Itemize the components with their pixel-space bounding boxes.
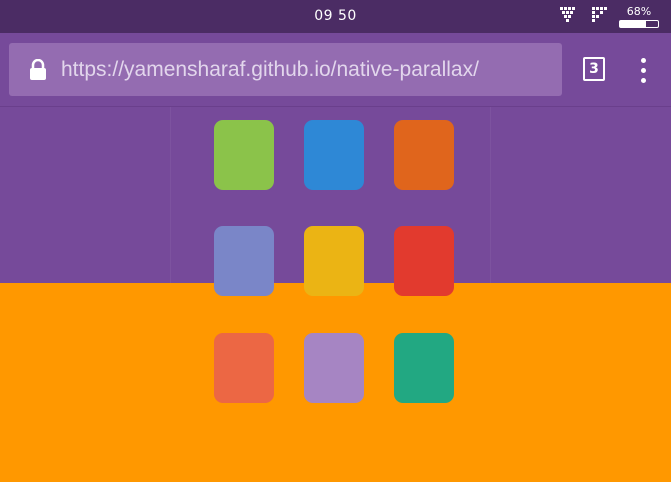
url-text: https://yamensharaf.github.io/native-par…	[61, 58, 479, 82]
signal-icon	[589, 5, 609, 29]
color-tile	[304, 226, 364, 296]
column-guide	[170, 107, 171, 283]
color-tile	[304, 120, 364, 190]
color-tile	[394, 226, 454, 296]
battery-fill	[620, 21, 646, 27]
column-guide	[490, 107, 491, 283]
url-host: https://yamensharaf.github.io	[61, 57, 331, 81]
status-icons: 68%	[559, 5, 659, 29]
color-tile	[394, 333, 454, 403]
signal-icon	[559, 5, 579, 29]
menu-dot	[640, 57, 646, 63]
overflow-menu-icon[interactable]	[636, 53, 650, 87]
color-tile	[304, 333, 364, 403]
status-bar: 09 50 68%	[0, 0, 671, 33]
lock-icon	[23, 58, 53, 81]
page-content	[0, 107, 671, 482]
url-path: /native-parallax/	[330, 57, 479, 81]
color-tile	[214, 333, 274, 403]
browser-toolbar: https://yamensharaf.github.io/native-par…	[0, 33, 671, 107]
menu-dot	[640, 67, 646, 73]
tab-switcher-button[interactable]: 3	[583, 57, 605, 81]
battery-indicator: 68%	[619, 6, 659, 28]
menu-dot	[640, 77, 646, 83]
color-tile	[214, 120, 274, 190]
battery-percent: 68%	[626, 5, 652, 18]
battery-icon	[619, 20, 659, 28]
color-tile	[214, 226, 274, 296]
address-bar[interactable]: https://yamensharaf.github.io/native-par…	[9, 43, 562, 96]
color-tile	[394, 120, 454, 190]
